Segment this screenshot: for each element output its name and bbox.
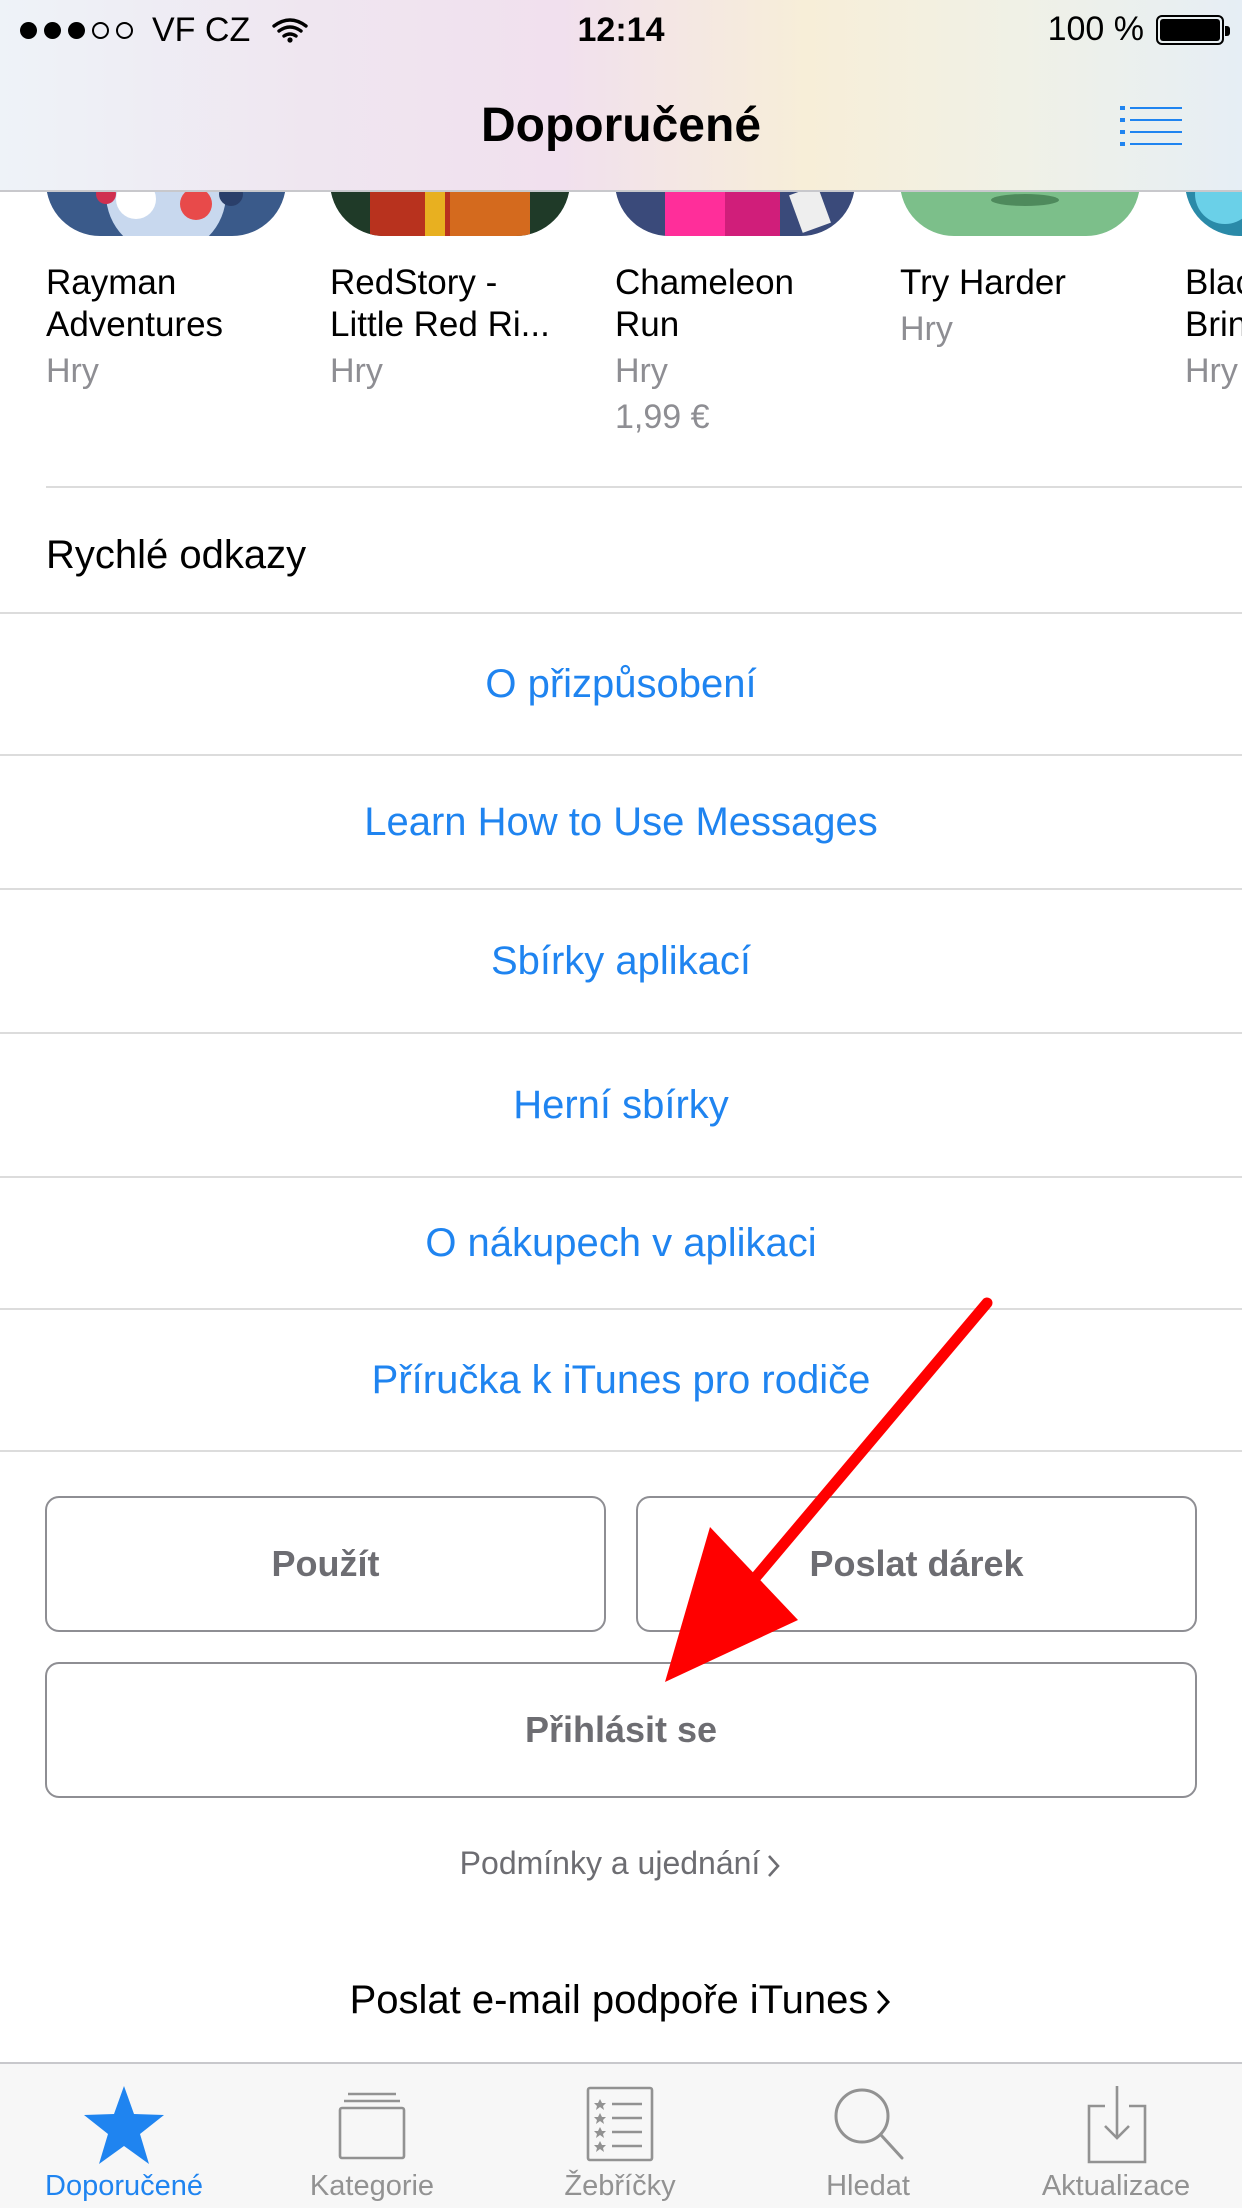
app-name-redstory: RedStory - Little Red Ri... <box>330 263 550 344</box>
tab-updates-label: Aktualizace <box>1041 2170 1191 2202</box>
quick-link-game-collections[interactable]: Herní sbírky <box>0 1032 1242 1176</box>
battery-percentage: 100 % <box>1047 10 1144 48</box>
email-support-label: Poslat e-mail podpoře iTunes <box>349 1978 869 2022</box>
tab-featured[interactable]: Doporučené <box>0 2064 248 2208</box>
quick-link-app-collections[interactable]: Sbírky aplikací <box>0 888 1242 1032</box>
battery-icon <box>1156 14 1230 45</box>
battery-status: 100 % <box>1047 10 1230 49</box>
app-category-blackbrin: Hry <box>1185 352 1238 390</box>
tab-top-charts[interactable]: Žebříčky <box>496 2064 744 2208</box>
quick-link-parents-guide[interactable]: Příručka k iTunes pro rodiče <box>0 1308 1242 1452</box>
app-price-chameleon-run: 1,99 € <box>615 398 710 436</box>
chevron-right-icon <box>768 1854 781 1877</box>
status-bar: VF CZ 12:14 100 % <box>0 0 1242 60</box>
quick-links-list: O přizpůsobení Learn How to Use Messages… <box>0 612 1242 1452</box>
sign-in-button[interactable]: Přihlásit se <box>45 1662 1197 1798</box>
tab-categories[interactable]: Kategorie <box>248 2064 496 2208</box>
send-gift-button[interactable]: Poslat dárek <box>636 1496 1197 1632</box>
charts-list-icon <box>586 2086 654 2162</box>
updates-download-icon <box>1087 2086 1147 2164</box>
app-name-blackbrin: Blac Brin <box>1185 263 1242 344</box>
app-store-screen: Rayman Adventures Hry RedStory - Little … <box>0 0 1242 2208</box>
app-name-chameleon-run: Chameleon Run <box>615 263 794 344</box>
star-icon <box>84 2086 164 2164</box>
app-category-chameleon-run: Hry <box>615 352 668 390</box>
page-title: Doporučené <box>480 99 762 152</box>
redeem-button[interactable]: Použít <box>45 1496 606 1632</box>
list-menu-icon[interactable] <box>1120 104 1182 146</box>
tab-categories-label: Kategorie <box>309 2170 435 2202</box>
quick-link-in-app-purchases[interactable]: O nákupech v aplikaci <box>0 1176 1242 1308</box>
chevron-right-icon <box>877 1990 891 2015</box>
tab-featured-label: Doporučené <box>45 2170 203 2202</box>
search-icon <box>834 2088 904 2160</box>
tab-top-charts-label: Žebříčky <box>564 2170 676 2202</box>
categories-icon <box>338 2092 406 2160</box>
terms-link[interactable]: Podmínky a ujednání <box>0 1838 1242 1888</box>
tab-search[interactable]: Hledat <box>744 2064 992 2208</box>
tab-bar: Doporučené Kategorie Žebříčky Hledat Akt… <box>0 2062 1242 2208</box>
app-category-try-harder: Hry <box>900 310 953 348</box>
app-category-rayman: Hry <box>46 352 99 390</box>
quick-link-customization[interactable]: O přizpůsobení <box>0 612 1242 754</box>
app-category-redstory: Hry <box>330 352 383 390</box>
tab-search-label: Hledat <box>826 2170 910 2202</box>
email-support-link[interactable]: Poslat e-mail podpoře iTunes <box>0 1972 1242 2028</box>
terms-label: Podmínky a ujednání <box>459 1845 761 1881</box>
shelf-divider <box>46 486 1242 488</box>
tab-updates[interactable]: Aktualizace <box>992 2064 1242 2208</box>
app-name-rayman: Rayman Adventures <box>46 263 224 344</box>
app-name-try-harder: Try Harder <box>900 263 1066 302</box>
quick-link-messages[interactable]: Learn How to Use Messages <box>0 754 1242 888</box>
navigation-bar: VF CZ 12:14 100 % Doporučené <box>0 0 1242 192</box>
quick-links-header: Rychlé odkazy <box>46 533 307 577</box>
